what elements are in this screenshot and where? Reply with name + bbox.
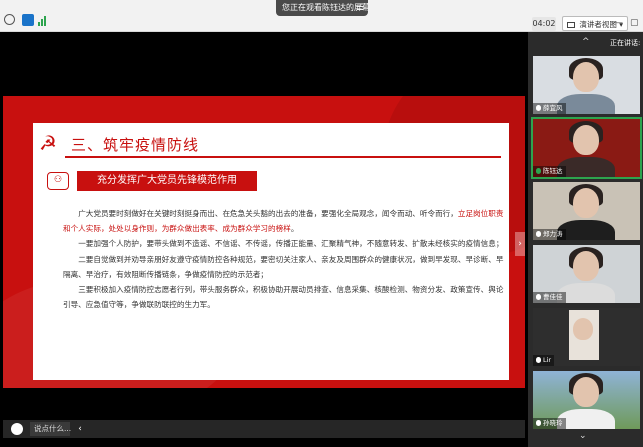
participant-name: 郑力涛 [543,230,563,238]
paragraph-text: 二要自觉做到并劝导亲朋好友遵守疫情防控各种规范，要密切关注家人、亲友及周围群众的… [63,254,504,279]
slide-body: 广大党员要时刻做好在关键时刻挺身而出、在危急关头豁的出去的准备，要强化全局观念，… [63,206,505,312]
participants-panel: ^ 正在讲话: 薛宜风 陈钰达 郑力涛 曹佳佳 Lir 孙晓玲 ⌄ [528,32,643,447]
slide-subtitle-banner: 充分发挥广大党员先锋模范作用 [77,171,257,191]
hamburger-icon[interactable]: ☰ [356,0,364,16]
chevron-left-icon[interactable]: ‹ [73,422,87,436]
participant-name: 薛宜风 [543,104,563,112]
participant-name-bar: 薛宜风 [533,103,566,114]
paragraph-2: 一要加强个人防护，要带头做到不造谣、不信谣、不传谣，传播正能量、汇聚精气神，不随… [63,236,505,251]
microphone-icon [536,294,541,300]
paragraph-text: 广大党员要时刻做好在关键时刻挺身而出、在危急关头豁的出去的准备，要强化全局观念，… [78,209,458,218]
hammer-sickle-icon: ☭ [39,131,57,155]
participant-tile[interactable]: 薛宜风 [533,56,640,114]
participant-video [573,251,599,281]
participant-name-bar: 孙晓玲 [533,418,566,429]
microphone-icon [536,357,541,363]
participant-tile[interactable]: 孙晓玲 [533,371,640,429]
security-shield-icon[interactable] [22,14,34,26]
people-icon: ⚇ [47,172,69,190]
chevron-up-icon[interactable]: ^ [582,37,590,47]
participant-tile[interactable]: 曹佳佳 [533,245,640,303]
participant-name-bar: 陈钰达 [533,166,566,177]
microphone-icon [536,420,541,426]
title-divider [65,156,501,158]
microphone-icon [536,168,541,174]
participant-video [557,157,615,177]
participant-video [573,62,599,92]
participant-tile[interactable]: 郑力涛 [533,182,640,240]
participant-video [573,377,599,407]
participant-name-bar: 郑力涛 [533,229,566,240]
paragraph-1: 广大党员要时刻做好在关键时刻挺身而出、在危急关头豁的出去的准备，要强化全局观念，… [63,206,505,236]
participant-name: Lir [543,356,552,364]
paragraph-text: 。 [290,224,299,234]
chat-bar: 说点什么... ‹ [3,420,525,438]
participant-name: 孙晓玲 [543,419,563,427]
slide-title: 三、筑牢疫情防线 [71,136,200,154]
participant-tile-active[interactable]: 陈钰达 [531,117,642,179]
participant-video [557,409,615,429]
chat-input[interactable]: 说点什么... [30,422,71,436]
monitor-icon [567,22,575,28]
paragraph-3: 二要自觉做到并劝导亲朋好友遵守疫情防控各种规范，要密切关注家人、亲友及周围群众的… [63,252,505,282]
minimize-icon[interactable]: — [614,18,623,28]
paragraph-text: 三要积极加入疫情防控志愿者行列，带头服务群众，积极协助开展动员排查、信息采集、核… [63,285,504,310]
presentation-slide: ☭ 三、筑牢疫情防线 ⚇ 充分发挥广大党员先锋模范作用 广大党员要时刻做好在关键… [3,96,525,388]
shared-screen-area: ☭ 三、筑牢疫情防线 ⚇ 充分发挥广大党员先锋模范作用 广大党员要时刻做好在关键… [0,32,528,447]
microphone-icon [536,105,541,111]
presenter-view-label: 演讲者视图 [579,20,617,29]
screen-share-notice[interactable]: 您正在观看陈钰达的屏幕 ☰ [276,0,368,16]
participant-name-bar: 曹佳佳 [533,292,566,303]
participant-video [557,220,615,240]
next-slide-arrow-icon[interactable]: › [515,232,525,256]
speaking-label: 正在讲话: [610,39,641,47]
participant-name: 陈钰达 [543,167,563,175]
participant-tile[interactable]: Lir [533,308,640,366]
participant-video [557,283,615,303]
microphone-icon [536,231,541,237]
participant-name-bar: Lir [533,355,555,366]
maximize-icon[interactable]: ▢ [630,18,639,28]
participant-video [573,125,599,155]
emoji-icon[interactable] [11,423,23,435]
meeting-top-bar: 您正在观看陈钰达的屏幕 ☰ 04:02 演讲者视图 ▾ — ▢ [0,0,643,32]
participant-video [573,188,599,218]
participant-video [557,94,615,114]
panel-header: ^ 正在讲话: [528,32,643,54]
network-signal-icon[interactable] [38,14,48,26]
slide-content-card: ☭ 三、筑牢疫情防线 ⚇ 充分发挥广大党员先锋模范作用 广大党员要时刻做好在关键… [33,123,509,380]
paragraph-4: 三要积极加入疫情防控志愿者行列，带头服务群众，积极协助开展动员排查、信息采集、核… [63,282,505,312]
participant-video [573,318,593,340]
info-icon[interactable] [4,14,15,25]
chevron-down-icon[interactable]: ⌄ [579,431,587,441]
paragraph-text: 一要加强个人防护，要带头做到不造谣、不信谣、不传谣，传播正能量、汇聚精气神，不随… [78,239,504,249]
participant-name: 曹佳佳 [543,293,563,301]
meeting-timer: 04:02 [532,17,556,31]
